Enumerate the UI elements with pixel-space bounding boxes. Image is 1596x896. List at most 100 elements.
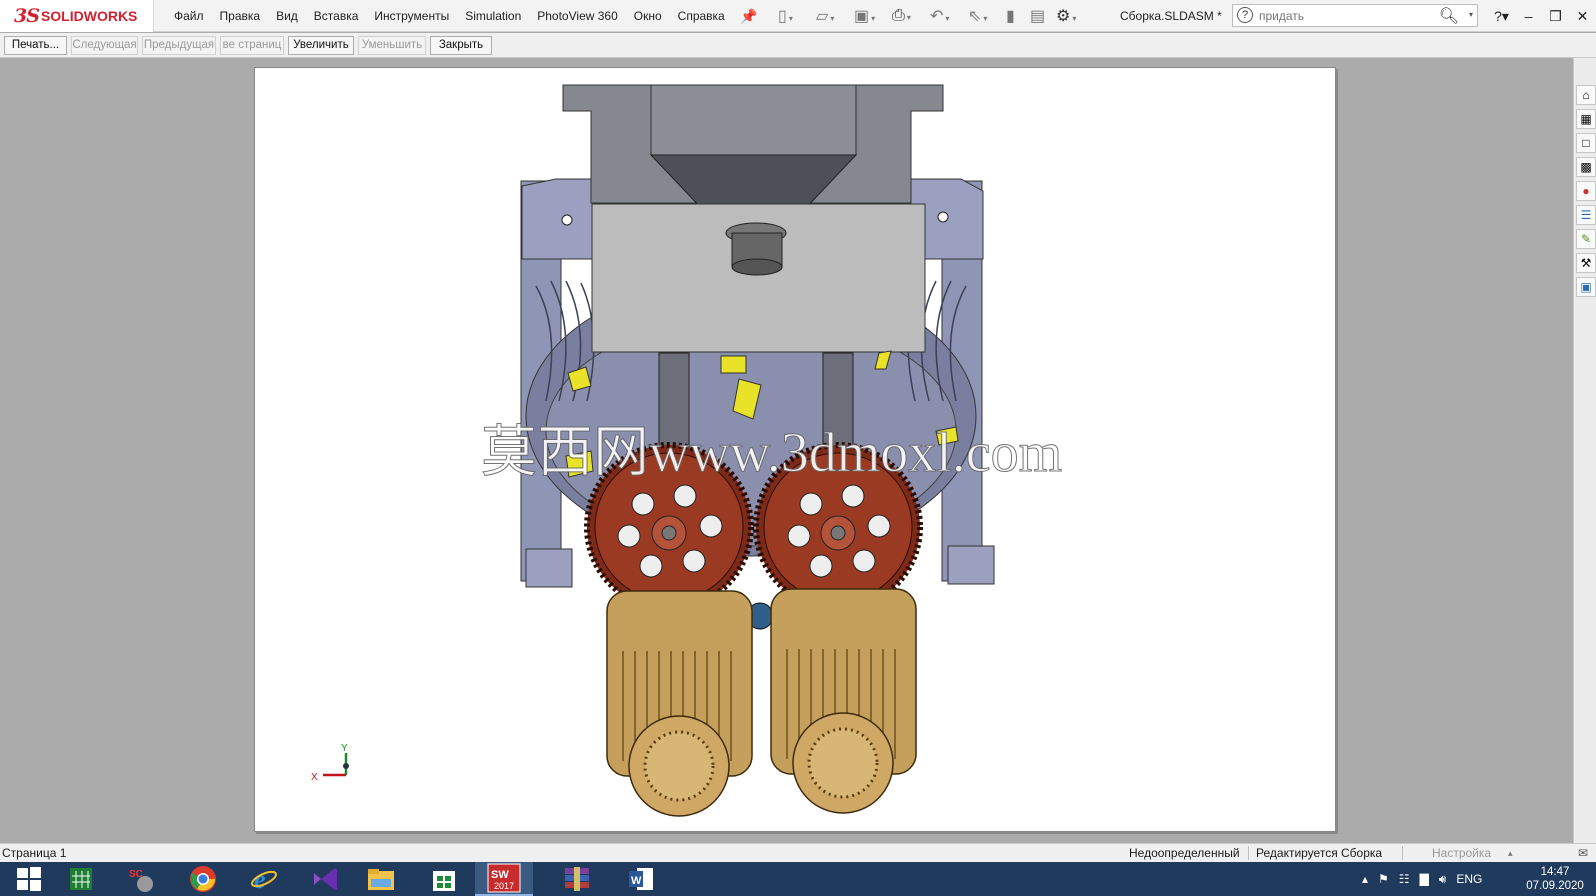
- select-icon[interactable]: ⇖ ▾: [968, 6, 1006, 26]
- signal-icon[interactable]: ▇: [1420, 872, 1429, 886]
- toolbox-icon[interactable]: ⚒: [1576, 253, 1596, 273]
- mount-hole: [937, 211, 949, 223]
- view-palette-icon[interactable]: ▩: [1576, 157, 1596, 177]
- close-icon[interactable]: ✕: [1569, 8, 1596, 25]
- page-indicator: Страница 1: [2, 846, 67, 860]
- solidworks-forum-icon[interactable]: ✎: [1576, 229, 1596, 249]
- print-page: 莫西网www.3dmoxl.com Y X: [254, 67, 1336, 832]
- window-controls: ?▾ – ❐ ✕: [1488, 0, 1596, 32]
- search-input[interactable]: [1259, 7, 1429, 24]
- search-box[interactable]: ? 🔍︎ ▾: [1232, 4, 1478, 27]
- windows-start-icon[interactable]: [0, 862, 58, 896]
- file-properties-icon[interactable]: ▤: [1030, 6, 1056, 26]
- editing-status: Редактируется Сборка: [1256, 846, 1383, 860]
- menu-insert[interactable]: Вставка: [314, 9, 359, 23]
- search-icon[interactable]: 🔍︎: [1439, 6, 1459, 26]
- solidworks-2017-icon[interactable]: SW 2017: [475, 862, 533, 896]
- visual-studio-icon[interactable]: [296, 862, 354, 896]
- design-library-icon[interactable]: ▦: [1576, 109, 1596, 129]
- watermark-text: 莫西网www.3dmoxl.com: [481, 422, 1062, 484]
- custom-settings[interactable]: Настройка: [1432, 846, 1491, 860]
- close-preview-button[interactable]: Закрыть: [430, 36, 492, 55]
- chevron-down-icon[interactable]: ▾: [1469, 10, 1473, 19]
- triad-x-label: X: [311, 772, 318, 783]
- undo-icon[interactable]: ↶ ▾: [930, 6, 968, 26]
- clock-time: 14:47: [1540, 866, 1570, 878]
- assembly-model: 莫西网www.3dmoxl.com Y X: [311, 84, 1063, 817]
- print-button[interactable]: Печать...: [4, 36, 67, 55]
- triad-y-label: Y: [341, 743, 348, 754]
- save-icon[interactable]: ▣ ▾: [854, 6, 892, 26]
- options-icon[interactable]: ⚙ ▾: [1056, 6, 1094, 26]
- volume-icon[interactable]: 🔊︎: [1439, 872, 1447, 887]
- menu-simulation[interactable]: Simulation: [465, 9, 521, 23]
- solidworks-logo[interactable]: 3S SOLIDWORKS: [0, 0, 154, 32]
- network-icon[interactable]: ☷: [1399, 872, 1410, 886]
- minimize-icon[interactable]: –: [1515, 8, 1542, 24]
- document-title: Сборка.SLDASM *: [1120, 9, 1222, 23]
- system-tray: ▴ ⚑ ☷ ▇ 🔊︎ ENG: [1362, 862, 1492, 896]
- status-divider: [1248, 846, 1249, 860]
- store-icon[interactable]: [415, 862, 473, 896]
- quick-access-toolbar: ▯ ▾ ▱ ▾ ▣ ▾ ⎙ ▾ ↶ ▾ ⇖ ▾ ▮ ▤ ⚙ ▾: [778, 0, 1094, 32]
- file-explorer-icon[interactable]: [352, 862, 410, 896]
- solidworks-wordmark: SOLIDWORKS: [40, 8, 138, 24]
- custom-properties-icon[interactable]: ☰: [1576, 205, 1596, 225]
- help-icon[interactable]: ?▾: [1488, 8, 1515, 25]
- zoom-out-button[interactable]: Уменьшить: [358, 36, 426, 55]
- word-icon[interactable]: W: [612, 862, 670, 896]
- status-divider: [1402, 846, 1403, 860]
- excel-icon[interactable]: [52, 862, 110, 896]
- chevron-up-icon[interactable]: ▴: [1362, 872, 1368, 886]
- hopper-body: [650, 84, 857, 156]
- recognize-icon[interactable]: ▣: [1576, 277, 1596, 297]
- solidcam-icon[interactable]: SC: [113, 862, 171, 896]
- rebuild-icon[interactable]: ▮: [1006, 6, 1030, 26]
- windows-taskbar: SC e SW 2017 W ▴ ⚑ ☷ ▇ 🔊︎ ENG 14:47 07.09…: [0, 862, 1596, 896]
- previous-page-button[interactable]: Предыдущая: [142, 36, 216, 55]
- appearances-icon[interactable]: ●: [1576, 181, 1596, 201]
- speech-bubble-icon[interactable]: ✉: [1578, 846, 1588, 860]
- motor-left: [606, 590, 753, 817]
- menu-bar: Файл Правка Вид Вставка Инструменты Simu…: [174, 0, 741, 32]
- sw-year: 2017: [494, 881, 514, 891]
- print-icon[interactable]: ⎙ ▾: [892, 7, 930, 25]
- title-bar: 3S SOLIDWORKS Файл Правка Вид Вставка Ин…: [0, 0, 1596, 32]
- foot-right: [947, 545, 995, 585]
- chrome-icon[interactable]: [174, 862, 232, 896]
- chevron-up-icon[interactable]: ▴: [1508, 848, 1513, 859]
- open-icon[interactable]: ▱ ▾: [816, 6, 854, 26]
- foot-left: [525, 548, 573, 588]
- help-search-icon: ?: [1237, 7, 1253, 23]
- menu-help[interactable]: Справка: [678, 9, 725, 23]
- task-pane-tabs: ⌂ ▦ □ ▩ ● ☰ ✎ ⚒ ▣: [1573, 58, 1596, 843]
- motor-right: [770, 588, 917, 814]
- reference-triad: Y X: [311, 743, 349, 783]
- pin-menu-icon[interactable]: 📌: [740, 8, 757, 25]
- next-page-button[interactable]: Следующая: [71, 36, 138, 55]
- menu-file[interactable]: Файл: [174, 9, 204, 23]
- ie-icon[interactable]: e: [235, 862, 293, 896]
- svg-text:W: W: [631, 875, 642, 887]
- winrar-icon[interactable]: [548, 862, 606, 896]
- zoom-in-button[interactable]: Увеличить: [288, 36, 354, 55]
- menu-edit[interactable]: Правка: [220, 9, 261, 23]
- restore-icon[interactable]: ❐: [1542, 8, 1569, 25]
- status-bar: Страница 1 Недоопределенный Редактируетс…: [0, 843, 1596, 862]
- menu-view[interactable]: Вид: [276, 9, 298, 23]
- home-icon[interactable]: ⌂: [1576, 85, 1596, 105]
- flag-icon[interactable]: ⚑: [1378, 872, 1389, 886]
- menu-tools[interactable]: Инструменты: [374, 9, 449, 23]
- file-explorer-icon[interactable]: □: [1576, 133, 1596, 153]
- menu-photoview[interactable]: PhotoView 360: [537, 9, 618, 23]
- new-icon[interactable]: ▯ ▾: [778, 6, 816, 26]
- sw-label: SW: [491, 869, 509, 881]
- clock[interactable]: 14:47 07.09.2020: [1522, 865, 1588, 893]
- language-indicator[interactable]: ENG: [1456, 872, 1482, 886]
- clock-date: 07.09.2020: [1526, 880, 1584, 892]
- definition-status: Недоопределенный: [1129, 846, 1240, 860]
- outlet-end: [731, 258, 783, 276]
- menu-window[interactable]: Окно: [634, 9, 662, 23]
- print-preview-toolbar: Печать... Следующая Предыдущая ве страни…: [0, 33, 1596, 58]
- two-pages-button[interactable]: ве страниц: [220, 36, 284, 55]
